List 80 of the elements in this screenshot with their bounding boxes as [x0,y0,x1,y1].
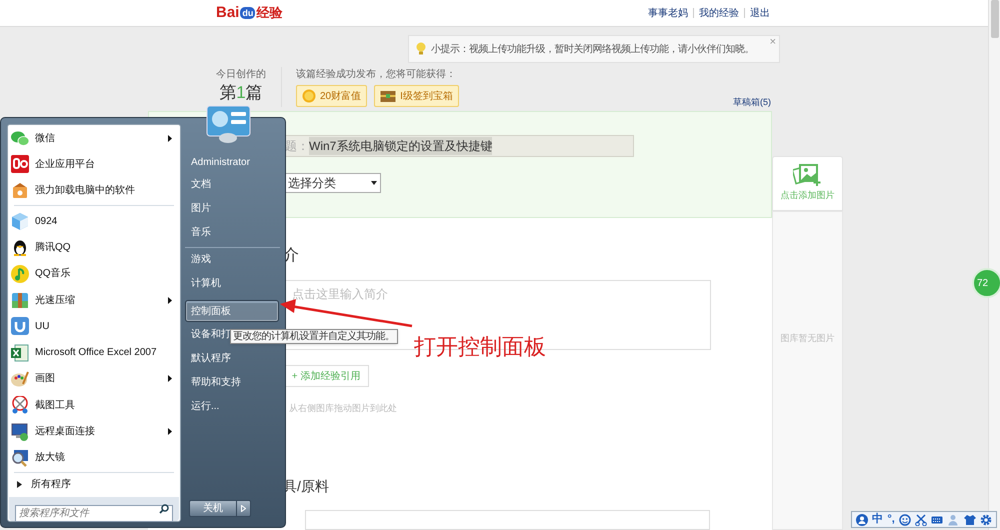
music-note-icon [11,264,29,283]
logo-paw-text[interactable]: du [240,7,256,19]
palette-icon [11,370,29,388]
settings-icon[interactable] [980,514,992,526]
user-icon[interactable] [856,514,868,526]
chat-bubble-icon [11,129,29,147]
program-item[interactable]: Microsoft Office Excel 2007 [8,339,180,366]
program-item[interactable]: 企业应用平台 [8,151,180,177]
title-field[interactable]: 题：Win7系统电脑锁定的设置及快捷键 [284,135,634,157]
dropdown-arrow-icon [371,181,377,185]
program-item[interactable]: 光速压缩 [8,286,180,314]
all-programs-item[interactable]: 所有程序 [8,472,180,497]
notice-text: 小提示：视频上传功能升级，暂时关闭网络视频上传功能，请小伙伴们知晓。 [431,42,754,56]
start-menu-item[interactable]: 帮助和支持 [185,370,280,394]
rewards-label: 该篇经验成功发布，您将可能获得： [296,68,457,82]
app-logo-icon [11,155,29,173]
caret-icon [241,505,246,512]
ime-toolbar-text[interactable]: 中 [872,514,884,525]
cube-icon [11,212,29,230]
scrollbar-thumb[interactable] [990,0,998,38]
start-menu-item[interactable]: 运行... [185,394,280,418]
archive-icon [11,291,29,310]
drag-hint: 从右侧图库拖动图片到此处 [289,402,398,415]
scrollbar[interactable] [988,0,1000,530]
box-icon [11,181,29,199]
start-menu-item[interactable]: 图片 [185,196,280,220]
drafts-link[interactable]: 草稿箱(5) [733,96,771,109]
program-item[interactable]: 微信 [8,125,180,151]
program-item[interactable]: 强力卸载电脑中的软件 [8,177,180,203]
article-count: 第1篇 [219,82,263,104]
submenu-arrow-icon [168,375,172,382]
program-item[interactable]: 腾讯QQ [8,234,180,261]
header-link[interactable]: 退出 [750,6,770,20]
keyboard-icon[interactable] [931,514,944,526]
start-menu-item[interactable]: 默认程序 [185,346,280,370]
program-item[interactable]: 放大镜 [8,444,180,471]
submenu-arrow-icon [168,296,172,304]
horseshoe-icon [11,317,29,336]
magnifier-icon [11,448,29,467]
logo-text[interactable]: 经验 [256,3,282,23]
start-menu-item[interactable]: 游戏 [185,247,280,271]
program-item[interactable]: 截图工具 [8,392,180,418]
start-menu-item[interactable]: 音乐 [185,220,280,244]
program-item[interactable]: QQ音乐 [8,260,180,287]
program-item[interactable]: 画图 [8,366,180,392]
materials-field[interactable] [305,510,710,530]
submenu-arrow-icon [168,428,172,436]
ime-toolbar-text[interactable]: °, [887,514,895,525]
lightbulb-icon [415,42,427,56]
start-menu-item[interactable]: 文档 [185,172,280,196]
start-menu-item[interactable]: 控制面板 [185,300,279,322]
submenu-arrow-icon [168,134,172,142]
shirt-icon[interactable] [964,514,976,526]
program-item[interactable]: 远程桌面连接 [8,418,180,445]
expand-arrow-icon [17,481,22,488]
tooltip: 更改您的计算机设置并自定义其功能。 [230,329,398,344]
today-label: 今日创作的 [216,68,266,82]
user-name-item[interactable]: Administrator [185,152,280,172]
penguin-icon [11,238,29,256]
smiley-icon[interactable] [899,514,912,526]
scissors-icon [11,396,29,414]
header-link[interactable]: 我的经验 [699,6,739,20]
image-add-icon [792,164,822,186]
reward-badge: 20财富值 [296,85,368,107]
chest-icon [380,89,396,103]
coin-icon [302,89,316,103]
search-field[interactable]: 搜索程序和文件 [15,505,173,522]
scissors-icon[interactable] [915,514,928,526]
logo-text[interactable]: Bai [216,2,240,24]
start-menu-item[interactable]: 计算机 [185,271,280,295]
shutdown-options-button[interactable] [237,500,251,517]
spreadsheet-icon [11,344,29,362]
reward-badge: I级签到宝箱 [374,85,459,107]
search-icon [159,504,169,514]
category-select[interactable]: 选择分类 [284,173,381,193]
header-link[interactable]: 事事老妈 [648,6,688,20]
program-item[interactable]: 0924 [8,208,180,234]
empty-gallery-text: 图库暂无图片 [780,332,834,345]
program-item[interactable]: UU [8,313,180,340]
remote-desktop-icon [11,422,29,441]
